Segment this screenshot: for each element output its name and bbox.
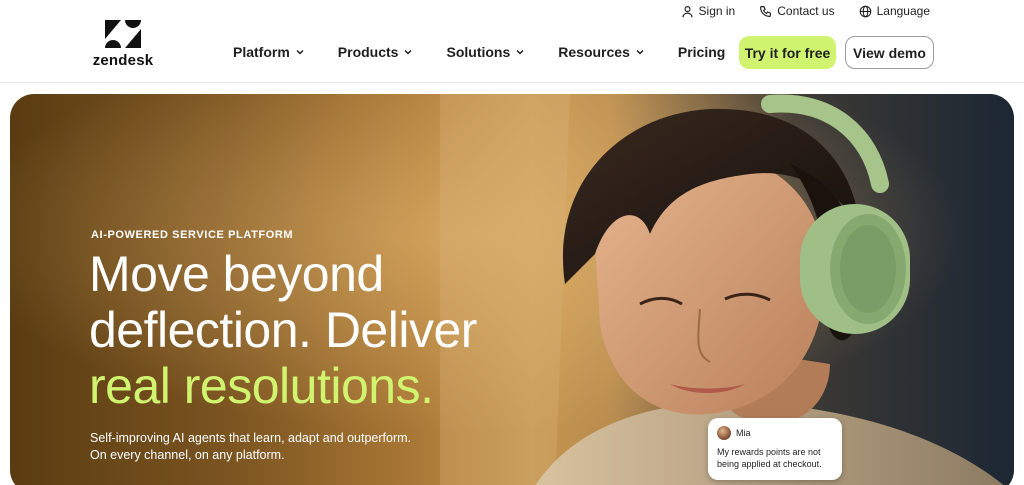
chat-author: Mia	[736, 428, 751, 438]
main-nav: Platform Products Solutions Resources Pr…	[233, 44, 725, 60]
header-divider	[0, 82, 1024, 83]
contact-us-label: Contact us	[777, 4, 835, 18]
chevron-down-icon	[516, 49, 524, 55]
hero-headline: Move beyond deflection. Deliver real res…	[89, 246, 477, 414]
headline-line-2: deflection. Deliver	[89, 302, 477, 358]
sign-in-label: Sign in	[698, 4, 736, 18]
sign-in-link[interactable]: Sign in	[681, 4, 736, 18]
nav-platform[interactable]: Platform	[233, 44, 305, 60]
chat-message-card: Mia My rewards points are not being appl…	[708, 418, 842, 480]
subcopy-line-2: On every channel, on any platform.	[90, 448, 285, 462]
chevron-down-icon	[296, 49, 304, 55]
hero-eyebrow: AI-POWERED SERVICE PLATFORM	[91, 229, 294, 241]
contact-us-link[interactable]: Contact us	[759, 4, 835, 18]
language-selector[interactable]: Language	[859, 4, 930, 18]
utility-nav: Sign in Contact us Language	[681, 0, 930, 22]
headline-line-1: Move beyond	[89, 246, 384, 302]
avatar	[717, 426, 731, 440]
headline-accent: real resolutions.	[89, 358, 434, 414]
try-it-free-button[interactable]: Try it for free	[739, 36, 836, 69]
language-label: Language	[876, 4, 930, 18]
nav-solutions[interactable]: Solutions	[446, 44, 525, 60]
nav-products-label: Products	[337, 44, 399, 60]
globe-icon	[859, 5, 871, 17]
nav-pricing-label: Pricing	[677, 44, 726, 60]
nav-platform-label: Platform	[233, 44, 290, 60]
nav-resources[interactable]: Resources	[558, 44, 645, 60]
zendesk-mark-icon	[105, 20, 141, 48]
brand-name: zendesk	[92, 52, 154, 69]
view-demo-button[interactable]: View demo	[845, 36, 934, 69]
subcopy-line-1: Self-improving AI agents that learn, ada…	[90, 431, 412, 445]
zendesk-logo[interactable]: zendesk	[90, 20, 156, 70]
nav-pricing[interactable]: Pricing	[678, 44, 725, 60]
chat-message: My rewards points are not being applied …	[717, 447, 822, 469]
chevron-down-icon	[636, 49, 644, 55]
user-icon	[681, 5, 693, 17]
chevron-down-icon	[404, 49, 413, 55]
hero-subcopy: Self-improving AI agents that learn, ada…	[90, 430, 450, 464]
nav-solutions-label: Solutions	[446, 44, 511, 60]
nav-products[interactable]: Products	[338, 44, 414, 60]
nav-resources-label: Resources	[558, 44, 630, 60]
chat-header: Mia	[717, 426, 833, 440]
phone-icon	[760, 5, 772, 17]
